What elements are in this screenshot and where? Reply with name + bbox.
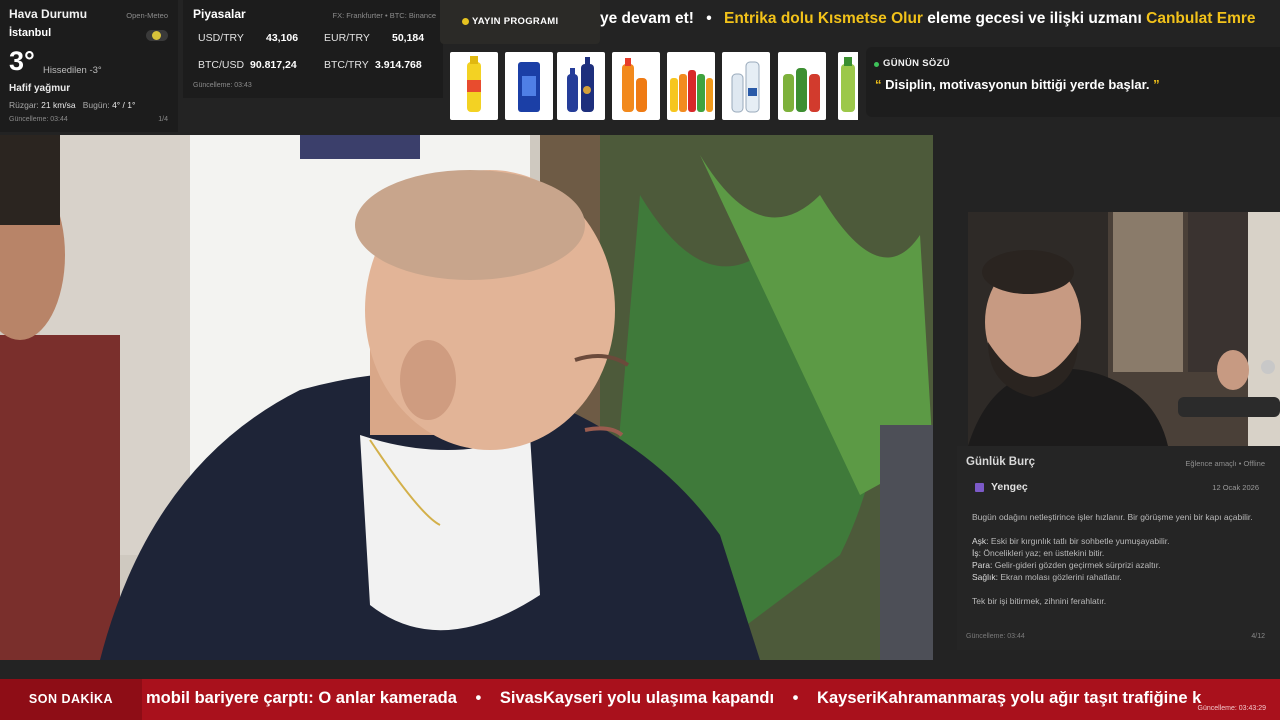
- market-value: 50,184: [392, 32, 425, 44]
- weather-toggle-knob-icon: [152, 31, 161, 40]
- wind-value: 21 km/sa: [41, 100, 76, 110]
- horoscope-health: Sağlık: Ekran molası gözlerini rahatlatı…: [972, 571, 1262, 583]
- money-text: Gelir-gideri gözden geçirmek sürprizi az…: [994, 560, 1161, 570]
- product-image: [838, 52, 858, 120]
- horoscope-widget: Günlük Burç Eğlence amaçlı • Offline Yen…: [957, 446, 1280, 650]
- schedule-label: YAYIN PROGRAMI: [472, 16, 559, 27]
- product-image: [612, 52, 660, 120]
- market-row: BTC/USD 90.817,24: [198, 59, 318, 71]
- weather-widget: Hava Durumu Open-Meteo İstanbul 3° Hisse…: [0, 0, 178, 132]
- webcam-frame-image: [968, 212, 1280, 446]
- market-label: BTC/USD: [198, 59, 245, 71]
- horoscope-sign: Yengeç: [991, 481, 1028, 493]
- work-text: Öncelikleri yaz; en üsttekini bitir.: [983, 548, 1105, 558]
- markets-source: FX: Frankfurter • BTC: Binance: [332, 11, 437, 20]
- weather-feels-like: Hissedilen -3°: [43, 65, 102, 76]
- quote-dot-icon: [874, 62, 879, 67]
- market-label: EUR/TRY: [324, 32, 370, 44]
- video-frame-image: [0, 135, 933, 660]
- health-label: Sağlık:: [972, 572, 998, 582]
- markets-updated: Güncelleme: 03:43: [193, 82, 252, 89]
- horoscope-updated: Güncelleme: 03:44: [966, 633, 1025, 640]
- wind-label: Rüzgar:: [9, 100, 39, 110]
- top-ticker: ye devam et! • Entrika dolu Kısmetse Olu…: [600, 10, 1280, 36]
- weather-temperature: 3°: [9, 46, 35, 76]
- market-value: 3.914.768: [375, 59, 422, 71]
- quote-widget: GÜNÜN SÖZÜ “ Disiplin, motivasyonun bitt…: [866, 47, 1280, 117]
- market-value: 90.817,24: [250, 59, 297, 71]
- ticker-highlight: Entrika dolu Kısmetse Olur: [723, 10, 923, 27]
- breaking-item: SivasKayseri yolu ulaşıma kapandı: [499, 689, 775, 707]
- quote-label: GÜNÜN SÖZÜ: [883, 58, 950, 69]
- breaking-ticker: mobil bariyere çarptı: O anlar kamerada …: [146, 689, 1201, 708]
- market-row: BTC/TRY 3.914.768: [324, 59, 444, 71]
- product-image: [505, 52, 553, 120]
- ticker-lead: ye devam et!: [600, 10, 694, 27]
- horoscope-tip: Tek bir işi bitirmek, zihnini ferahlatır…: [972, 596, 1107, 606]
- breaking-label: SON DAKİKA: [0, 679, 142, 720]
- market-row: USD/TRY 43,106: [198, 32, 308, 44]
- product-image: [450, 52, 498, 120]
- breaking-separator: •: [475, 689, 482, 707]
- webcam-feed[interactable]: [968, 212, 1280, 446]
- love-text: Eski bir kırgınlık tatlı bir sohbetle yu…: [990, 536, 1170, 546]
- money-label: Para:: [972, 560, 993, 570]
- breaking-item: mobil bariyere çarptı: O anlar kamerada: [146, 689, 457, 707]
- quote-open-mark: “: [875, 77, 882, 92]
- zodiac-icon: [975, 483, 984, 492]
- horoscope-body: Bugün odağını netleştirince işler hızlan…: [972, 511, 1262, 607]
- weather-wind-row: Rüzgar: 21 km/sa Bugün: 4° / 1°: [9, 100, 135, 110]
- breaking-news-bar: SON DAKİKA mobil bariyere çarptı: O anla…: [0, 679, 1280, 720]
- ticker-highlight: Canbulat Emre: [1146, 10, 1256, 27]
- quote-close-mark: ”: [1153, 77, 1160, 92]
- market-label: USD/TRY: [198, 32, 244, 44]
- horoscope-money: Para: Gelir-gideri gözden geçirmek sürpr…: [972, 559, 1262, 571]
- quote-text-row: “ Disiplin, motivasyonun bittiği yerde b…: [875, 77, 1160, 92]
- main-video[interactable]: [0, 135, 933, 660]
- horoscope-intro: Bugün odağını netleştirince işler hızlan…: [972, 512, 1253, 522]
- schedule-button[interactable]: YAYIN PROGRAMI: [440, 0, 600, 44]
- horoscope-love: Aşk: Eski bir kırgınlık tatlı bir sohbet…: [972, 535, 1262, 547]
- schedule-dot-icon: [462, 18, 469, 25]
- markets-widget: Piyasalar FX: Frankfurter • BTC: Binance…: [183, 0, 443, 98]
- sponsor-products: [448, 50, 858, 122]
- ticker-text: eleme gecesi ve ilişki uzmanı: [927, 10, 1142, 27]
- health-text: Ekran molası gözlerini rahatlatır.: [1000, 572, 1122, 582]
- work-label: İş:: [972, 548, 981, 558]
- market-value: 43,106: [266, 32, 299, 44]
- horoscope-page: 4/12: [1251, 633, 1265, 640]
- market-row: EUR/TRY 50,184: [324, 32, 434, 44]
- product-image: [722, 52, 770, 120]
- weather-updated: Güncelleme: 03:44: [9, 116, 68, 123]
- today-value: 4° / 1°: [112, 100, 136, 110]
- horoscope-work: İş: Öncelikleri yaz; en üsttekini bitir.: [972, 547, 1262, 559]
- weather-source: Open-Meteo: [126, 11, 168, 20]
- market-label: BTC/TRY: [324, 59, 369, 71]
- weather-description: Hafif yağmur: [9, 83, 71, 94]
- weather-page: 1/4: [158, 116, 168, 123]
- breaking-item: KayseriKahramanmaraş yolu ağır taşıt tra…: [817, 689, 1202, 707]
- today-label: Bugün:: [82, 100, 110, 110]
- weather-toggle[interactable]: [146, 30, 168, 41]
- breaking-separator: •: [792, 689, 799, 707]
- breaking-updated: Güncelleme: 03:43:29: [1197, 705, 1267, 712]
- product-image: [557, 52, 605, 120]
- quote-text: Disiplin, motivasyonun bittiği yerde baş…: [885, 77, 1150, 92]
- ticker-separator: •: [706, 10, 712, 27]
- love-label: Aşk:: [972, 536, 989, 546]
- horoscope-date: 12 Ocak 2026: [1212, 483, 1259, 492]
- weather-city: İstanbul: [9, 27, 52, 39]
- horoscope-meta: Eğlence amaçlı • Offline: [1185, 459, 1265, 468]
- product-image: [667, 52, 715, 120]
- horoscope-title: Günlük Burç: [966, 456, 1036, 468]
- product-image: [778, 52, 826, 120]
